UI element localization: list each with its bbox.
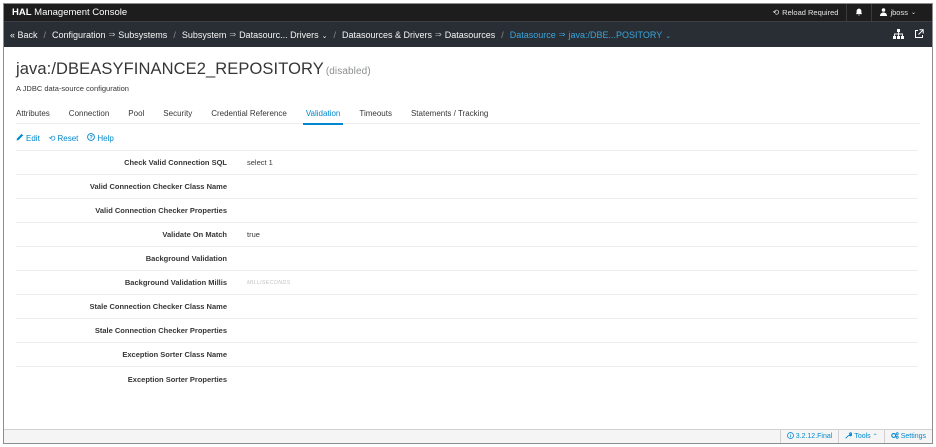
page-title: java:/DBEASYFINANCE2_REPOSITORY (disabled… <box>16 60 371 78</box>
tab-timeouts[interactable]: Timeouts <box>359 108 392 124</box>
main-content: java:/DBEASYFINANCE2_REPOSITORY (disabled… <box>4 60 932 391</box>
brand-logo[interactable]: HAL Management Console <box>12 7 127 18</box>
attribute-value-placeholder: MILLISECONDS <box>247 279 291 286</box>
tab-connection[interactable]: Connection <box>69 108 109 124</box>
tab-pool[interactable]: Pool <box>128 108 144 124</box>
back-link[interactable]: « Back <box>10 30 38 40</box>
tab-attributes[interactable]: Attributes <box>16 108 50 124</box>
edit-link[interactable]: Edit <box>16 133 40 143</box>
breadcrumb-datasources-and-drivers[interactable]: Datasources & Drivers <box>342 30 432 40</box>
attribute-list: Check Valid Connection SQL select 1 Valid… <box>16 150 918 391</box>
info-circle-icon <box>786 432 794 441</box>
reload-required-button[interactable]: ⟲ Reload Required <box>764 4 846 21</box>
breadcrumb-subsystem[interactable]: Subsystem <box>182 30 227 40</box>
attribute-label: Exception Sorter Class Name <box>122 350 227 359</box>
footer-bar: 3.2.12.Final Tools ⌃ Settings <box>4 429 932 443</box>
attribute-label: Stale Connection Checker Properties <box>94 326 227 335</box>
arrow-right-icon: ⇒ <box>558 30 566 39</box>
attribute-label: Exception Sorter Properties <box>127 374 227 384</box>
attribute-label: Validate On Match <box>162 230 227 239</box>
attribute-label: Valid Connection Checker Class Name <box>89 182 227 191</box>
breadcrumb-separator: / <box>501 29 504 40</box>
chevron-down-icon: ⌄ <box>321 32 328 40</box>
cogs-icon <box>890 432 899 441</box>
arrow-right-icon: ⇒ <box>108 30 116 39</box>
attribute-row: Background Validation <box>16 247 918 271</box>
arrow-right-icon: ⇒ <box>229 30 237 39</box>
reset-link[interactable]: ⟲ Reset <box>49 134 79 143</box>
reload-icon: ⟲ <box>772 8 780 17</box>
external-link-icon[interactable] <box>914 28 924 41</box>
attribute-label: Stale Connection Checker Class Name <box>89 302 227 311</box>
attribute-label: Background Validation <box>145 254 227 263</box>
undo-icon: ⟲ <box>48 133 56 143</box>
breadcrumb-separator: / <box>333 29 336 40</box>
notifications-button[interactable] <box>846 4 871 21</box>
chevron-up-icon: ⌃ <box>872 434 878 440</box>
breadcrumb-bar: « Back / Configuration ⇒ Subsystems / Su… <box>4 21 932 47</box>
attribute-row: Background Validation Millis MILLISECONDS <box>16 271 918 295</box>
user-icon <box>880 7 888 18</box>
user-menu[interactable]: jboss ⌄ <box>871 4 924 21</box>
attribute-value: select 1 <box>247 158 273 167</box>
form-actions: Edit ⟲ Reset ? Help <box>16 133 920 143</box>
chevron-down-icon: ⌄ <box>665 32 672 40</box>
breadcrumb: « Back / Configuration ⇒ Subsystems / Su… <box>10 30 671 40</box>
attribute-row: Exception Sorter Class Name <box>16 343 918 367</box>
attribute-row: Stale Connection Checker Properties <box>16 319 918 343</box>
breadcrumb-separator: / <box>43 29 47 40</box>
tab-credential-reference[interactable]: Credential Reference <box>211 108 287 124</box>
wrench-icon <box>845 432 853 441</box>
attribute-row: Check Valid Connection SQL select 1 <box>16 151 918 175</box>
breadcrumb-separator: / <box>173 29 176 40</box>
tab-bar: Attributes Connection Pool Security Cred… <box>16 108 920 125</box>
attribute-row: Stale Connection Checker Class Name <box>16 295 918 319</box>
breadcrumb-datasource-dropdown[interactable]: java:/DBE...POSITORY ⌄ <box>569 30 672 40</box>
top-bar: HAL Management Console ⟲ Reload Required… <box>4 4 932 21</box>
attribute-row: Validate On Match true <box>16 223 918 247</box>
tools-menu[interactable]: Tools ⌃ <box>838 430 883 443</box>
page-subtitle: A JDBC data-source configuration <box>16 84 129 93</box>
help-link[interactable]: ? Help <box>87 133 114 143</box>
version-link[interactable]: 3.2.12.Final <box>779 430 839 443</box>
chevron-down-icon: ⌄ <box>910 10 916 16</box>
app-window: HAL Management Console ⟲ Reload Required… <box>3 3 933 444</box>
attribute-label: Check Valid Connection SQL <box>124 158 227 167</box>
bell-icon <box>855 8 863 18</box>
breadcrumb-subsystems[interactable]: Subsystems <box>118 30 167 40</box>
tab-validation[interactable]: Validation <box>302 108 343 125</box>
attribute-label: Valid Connection Checker Properties <box>95 206 227 215</box>
breadcrumb-datasource: Datasource <box>509 29 556 40</box>
breadcrumb-datasources-drivers-dropdown[interactable]: Datasourc... Drivers ⌄ <box>239 30 327 40</box>
attribute-value: true <box>247 230 260 239</box>
question-circle-icon: ? <box>87 133 96 143</box>
breadcrumb-configuration[interactable]: Configuration <box>52 30 106 40</box>
arrow-right-icon: ⇒ <box>435 30 442 39</box>
attribute-row: Valid Connection Checker Class Name <box>16 175 918 199</box>
attribute-row: Valid Connection Checker Properties <box>16 199 918 223</box>
breadcrumb-datasources[interactable]: Datasources <box>445 30 496 40</box>
attribute-label: Background Validation Millis <box>124 278 227 287</box>
status-badge: (disabled) <box>325 66 371 77</box>
attribute-row: Exception Sorter Properties <box>16 367 918 391</box>
sitemap-icon[interactable] <box>893 28 904 41</box>
tab-security[interactable]: Security <box>163 108 192 124</box>
pencil-icon <box>16 133 24 143</box>
tab-statements-tracking[interactable]: Statements / Tracking <box>411 108 488 124</box>
settings-button[interactable]: Settings <box>883 430 932 443</box>
